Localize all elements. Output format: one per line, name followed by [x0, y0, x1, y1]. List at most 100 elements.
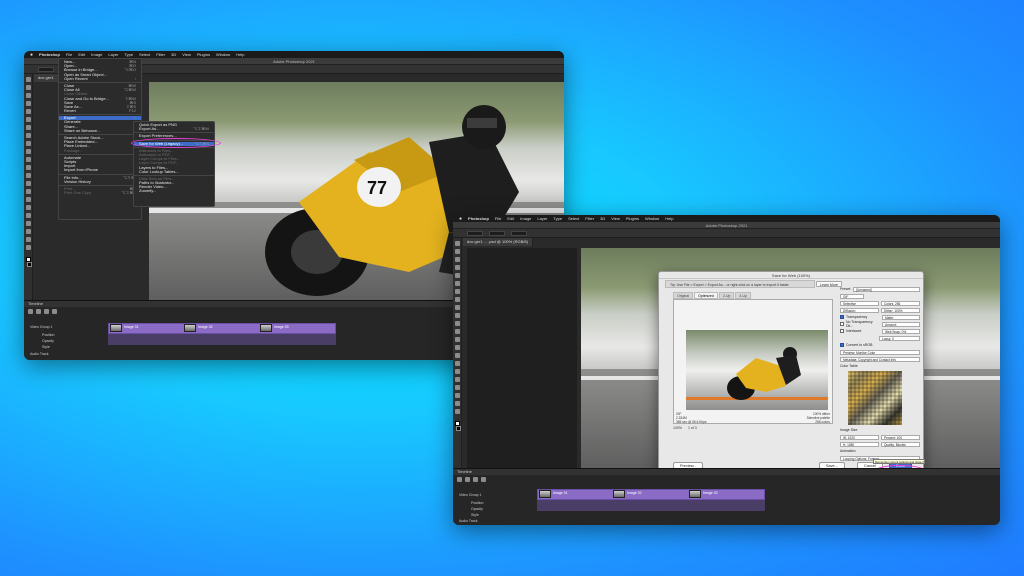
menu-item[interactable]: Export As... ⌥⇧⌘W	[134, 126, 214, 131]
play-icon[interactable]	[28, 309, 33, 314]
quality-select[interactable]: Quality: Bicubic	[881, 441, 920, 447]
setting-checkbox[interactable]	[840, 329, 844, 333]
height-field[interactable]: H: 1080	[840, 441, 879, 447]
menu-edit[interactable]: Edit	[507, 216, 514, 221]
preset-select[interactable]: [Unnamed]	[853, 286, 920, 292]
step-forward-icon[interactable]	[473, 477, 478, 482]
zoom-level[interactable]: 100%	[673, 426, 682, 430]
menu-item[interactable]: Share on Behance...	[59, 128, 141, 133]
menu-window[interactable]: Window	[645, 216, 659, 221]
option-box[interactable]	[38, 66, 54, 72]
setting-value-field[interactable]: Matte:	[882, 314, 920, 320]
menu-image[interactable]: Image	[91, 52, 102, 57]
tool-icon[interactable]	[25, 157, 31, 162]
menu-layer[interactable]: Layer	[108, 52, 118, 57]
tool-icon[interactable]	[454, 393, 460, 398]
tool-icon[interactable]	[25, 189, 31, 194]
background-color-swatch[interactable]	[456, 426, 461, 431]
menu-layer[interactable]: Layer	[537, 216, 547, 221]
tool-icon[interactable]	[25, 93, 31, 98]
tool-icon[interactable]	[25, 101, 31, 106]
option-box[interactable]	[489, 230, 505, 236]
audio-icon[interactable]	[481, 477, 486, 482]
menu-item[interactable]: Zoomify...	[134, 189, 214, 193]
menu-type[interactable]: Type	[124, 52, 133, 57]
menu-image[interactable]: Image	[520, 216, 531, 221]
menu-file[interactable]: File	[66, 52, 72, 57]
tool-icon[interactable]	[454, 385, 460, 390]
setting-value-field[interactable]: Amount:	[882, 321, 920, 327]
menu-help[interactable]: Help	[236, 52, 244, 57]
setting-value-field[interactable]: Lossy: 0	[879, 335, 920, 341]
tool-icon[interactable]	[454, 241, 460, 246]
setting-select[interactable]: Selective	[840, 300, 879, 306]
menu-plugins[interactable]: Plugins	[626, 216, 639, 221]
menu-item[interactable]: Color Lookup Tables...	[134, 169, 214, 174]
tool-icon[interactable]	[454, 289, 460, 294]
tool-icon[interactable]	[25, 197, 31, 202]
setting-checkbox[interactable]	[840, 322, 844, 326]
menu-file[interactable]: File	[495, 216, 501, 221]
menu-view[interactable]: View	[182, 52, 191, 57]
tab-optimized[interactable]: Optimized	[694, 292, 718, 299]
tool-icon[interactable]	[454, 257, 460, 262]
step-back-icon[interactable]	[465, 477, 470, 482]
menu-plugins[interactable]: Plugins	[197, 52, 210, 57]
tool-icon[interactable]	[454, 377, 460, 382]
preview-select[interactable]: Preview: Monitor Color	[840, 349, 920, 355]
tool-icon[interactable]	[25, 109, 31, 114]
tool-icon[interactable]	[454, 337, 460, 342]
document-tab[interactable]: doc ger1 ... .psd @ 100% (RGB/8)	[463, 238, 533, 246]
menu-item[interactable]: Import from iPhone›	[59, 168, 141, 172]
optimized-preview[interactable]: GIF 2.334M 365 sec @ 56.6 Kbps 100% dith…	[673, 299, 833, 424]
menu-select[interactable]: Select	[568, 216, 579, 221]
tool-icon[interactable]	[25, 165, 31, 170]
option-box[interactable]	[467, 230, 483, 236]
tool-icon[interactable]	[25, 173, 31, 178]
color-table-grid[interactable]	[848, 371, 902, 425]
percent-field[interactable]: Percent: 100	[881, 434, 920, 440]
setting-checkbox[interactable]	[840, 315, 844, 319]
tab-4up[interactable]: 4-Up	[735, 292, 752, 299]
menu-type[interactable]: Type	[553, 216, 562, 221]
tool-icon[interactable]	[25, 125, 31, 130]
tool-icon[interactable]	[25, 133, 31, 138]
app-menu[interactable]: Photoshop	[39, 52, 60, 57]
menu-item[interactable]: Revert F12	[59, 108, 141, 113]
tool-icon[interactable]	[25, 205, 31, 210]
tool-icon[interactable]	[454, 305, 460, 310]
tool-icon[interactable]	[454, 281, 460, 286]
audio-icon[interactable]	[52, 309, 57, 314]
menu-view[interactable]: View	[611, 216, 620, 221]
tool-icon[interactable]	[454, 345, 460, 350]
step-forward-icon[interactable]	[44, 309, 49, 314]
tool-icon[interactable]	[454, 313, 460, 318]
tool-icon[interactable]	[25, 117, 31, 122]
tool-icon[interactable]	[454, 369, 460, 374]
tab-original[interactable]: Original	[673, 292, 694, 299]
document-tab[interactable]: doc ger1	[34, 74, 59, 82]
menu-help[interactable]: Help	[665, 216, 673, 221]
video-clip-track[interactable]	[108, 323, 336, 334]
apple-icon[interactable]: ●	[459, 216, 462, 222]
tool-icon[interactable]	[454, 249, 460, 254]
setting-select[interactable]: Diffusion	[840, 307, 879, 313]
tool-icon[interactable]	[25, 149, 31, 154]
tool-icon[interactable]	[454, 297, 460, 302]
tool-icon[interactable]	[25, 213, 31, 218]
step-back-icon[interactable]	[36, 309, 41, 314]
tool-icon[interactable]	[454, 321, 460, 326]
tool-icon[interactable]	[25, 229, 31, 234]
menu-edit[interactable]: Edit	[78, 52, 85, 57]
menu-filter[interactable]: Filter	[156, 52, 165, 57]
menu-window[interactable]: Window	[216, 52, 230, 57]
tool-icon[interactable]	[454, 273, 460, 278]
tool-icon[interactable]	[25, 221, 31, 226]
menu-select[interactable]: Select	[139, 52, 150, 57]
tool-icon[interactable]	[454, 329, 460, 334]
setting-value-field[interactable]: Colors: 256	[881, 300, 920, 306]
video-clip-track[interactable]	[537, 489, 765, 500]
tool-icon[interactable]	[454, 361, 460, 366]
learn-more-button[interactable]: Learn More	[816, 281, 842, 287]
tool-icon[interactable]	[454, 353, 460, 358]
